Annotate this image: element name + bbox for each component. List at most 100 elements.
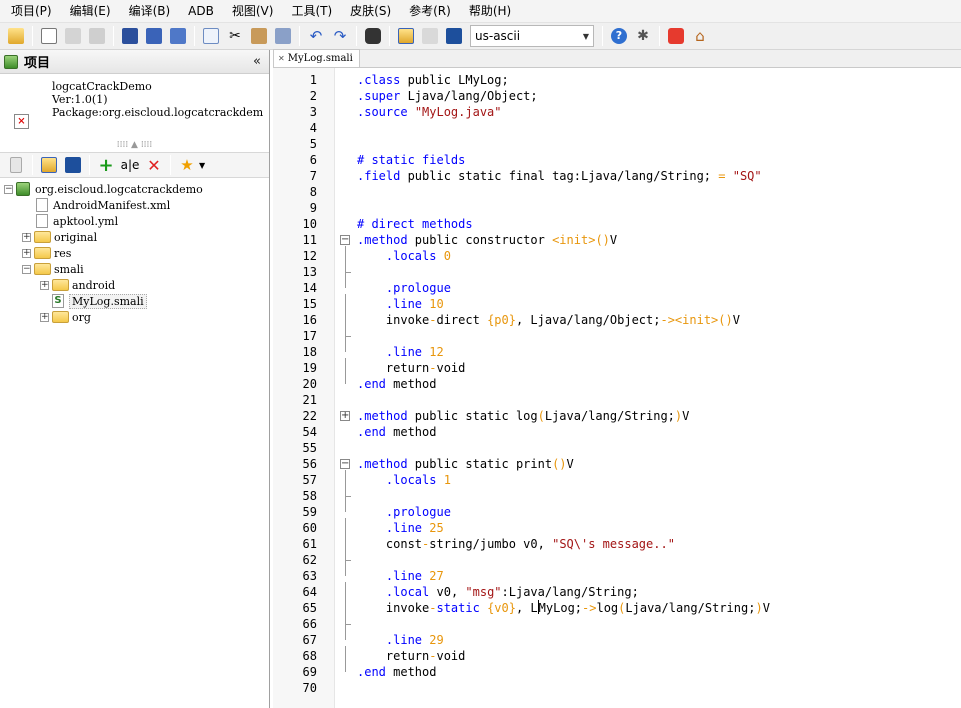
chevron-down-icon[interactable]: ▼ [199,161,205,170]
code-line[interactable]: 63 .line 27 [273,568,961,584]
code-line[interactable]: 17 [273,328,961,344]
code-line[interactable]: 13 [273,264,961,280]
tree-item-apktool[interactable]: apktool.yml [4,213,269,229]
code-line[interactable]: 56 .method public static print()V [273,456,961,472]
close-icon[interactable]: ✕ [278,51,285,67]
expand-icon[interactable]: + [22,248,31,258]
undo-button[interactable]: ↶ [305,25,327,47]
code-line[interactable]: 6 # static fields [273,152,961,168]
paste-button[interactable] [248,25,270,47]
code-line[interactable]: 68 return-void [273,648,961,664]
tree-item-original[interactable]: + original [4,229,269,245]
code-line[interactable]: 19 return-void [273,360,961,376]
code-line[interactable]: 7 .field public static final tag:Ljava/la… [273,168,961,184]
cut-button[interactable]: ✂ [224,25,246,47]
menu-edit[interactable]: 编辑(E) [61,0,120,22]
collapse-icon[interactable]: − [4,184,13,194]
menu-skin[interactable]: 皮肤(S) [341,0,400,22]
collapse-fold-icon[interactable]: − [340,235,350,245]
tree-item-smali[interactable]: − smali [4,261,269,277]
code-line[interactable]: 12 .locals 0 [273,248,961,264]
menu-tools[interactable]: 工具(T) [282,0,341,22]
tree-delete-button[interactable]: ✕ [143,154,165,176]
code-line[interactable]: 64 .local v0, "msg":Ljava/lang/String; [273,584,961,600]
code-line[interactable]: 2 .super Ljava/lang/Object; [273,88,961,104]
open-folder-button[interactable] [5,25,27,47]
code-line[interactable]: 66 [273,616,961,632]
save-as-button[interactable] [167,25,189,47]
code-line[interactable]: 11 .method public constructor <init>()V [273,232,961,248]
code-line[interactable]: 8 [273,184,961,200]
code-line[interactable]: 5 [273,136,961,152]
tree-item-org[interactable]: + org [4,309,269,325]
menu-reference[interactable]: 参考(R) [400,0,460,22]
home-button[interactable]: ⌂ [689,25,711,47]
code-line[interactable]: 70 [273,680,961,696]
tree-add-folder-button[interactable] [38,154,60,176]
panel-splitter[interactable]: ⁞⁞⁞⁞ ▲ ⁞⁞⁞⁞ [0,138,269,152]
code-line[interactable]: 55 [273,440,961,456]
install-button[interactable] [86,25,108,47]
tree-doc-button[interactable] [5,154,27,176]
code-line[interactable]: 69 .end method [273,664,961,680]
tree-item-android[interactable]: + android [4,277,269,293]
code-line[interactable]: 3 .source "MyLog.java" [273,104,961,120]
collapse-icon[interactable]: − [22,264,31,274]
tree-add-button[interactable]: + [95,154,117,176]
code-line[interactable]: 58 [273,488,961,504]
menu-adb[interactable]: ADB [179,0,223,22]
code-line[interactable]: 9 [273,200,961,216]
expand-fold-icon[interactable]: + [340,411,350,421]
expand-icon[interactable]: + [22,232,31,242]
code-line[interactable]: 1 .class public LMyLog; [273,72,961,88]
decompile-button[interactable] [443,25,465,47]
code-line[interactable]: 15 .line 10 [273,296,961,312]
redo-button[interactable]: ↷ [329,25,351,47]
find-button[interactable] [362,25,384,47]
paste-special-button[interactable] [272,25,294,47]
code-line[interactable]: 22 .method public static log(Ljava/lang/S… [273,408,961,424]
code-line[interactable]: 60 .line 25 [273,520,961,536]
code-line[interactable]: 10 # direct methods [273,216,961,232]
tree-item-root[interactable]: − org.eiscloud.logcatcrackdemo [4,181,269,197]
debug-button[interactable]: ✱ [632,25,654,47]
encoding-select[interactable]: us-ascii ▼ [470,25,594,47]
code-line[interactable]: 21 [273,392,961,408]
code-line[interactable]: 65 invoke-static {v0}, LMyLog;->log(Ljav… [273,600,961,616]
menu-compile[interactable]: 编译(B) [120,0,180,22]
save-all-button[interactable] [143,25,165,47]
code-line[interactable]: 67 .line 29 [273,632,961,648]
sign-button[interactable] [62,25,84,47]
tree-refresh-button[interactable] [62,154,84,176]
tree-item-mylog[interactable]: S MyLog.smali [4,293,269,309]
apk-button[interactable] [395,25,417,47]
code-line[interactable]: 54 .end method [273,424,961,440]
tree-favorites-button[interactable]: ★ [176,154,198,176]
code-line[interactable]: 16 invoke-direct {p0}, Ljava/lang/Object… [273,312,961,328]
menu-help[interactable]: 帮助(H) [460,0,520,22]
code-line[interactable]: 18 .line 12 [273,344,961,360]
build-button[interactable] [38,25,60,47]
code-line[interactable]: 14 .prologue [273,280,961,296]
menu-view[interactable]: 视图(V) [223,0,283,22]
help-button[interactable]: ? [608,25,630,47]
expand-icon[interactable]: + [40,312,49,322]
collapse-fold-icon[interactable]: − [340,459,350,469]
collapse-panel-button[interactable]: « [253,54,261,69]
code-line[interactable]: 61 const-string/jumbo v0, "SQ\'s message… [273,536,961,552]
menu-project[interactable]: 项目(P) [2,0,61,22]
copy-button[interactable] [200,25,222,47]
code-line[interactable]: 59 .prologue [273,504,961,520]
code-line[interactable]: 20 .end method [273,376,961,392]
code-line[interactable]: 62 [273,552,961,568]
tab-mylog[interactable]: ✕ MyLog.smali [273,49,360,67]
expand-icon[interactable]: + [40,280,49,290]
export-button[interactable] [419,25,441,47]
code-line[interactable]: 57 .locals 1 [273,472,961,488]
weibo-button[interactable] [665,25,687,47]
code-area[interactable]: 1 .class public LMyLog; 2 .super Ljava/lang… [273,68,961,708]
tree-item-res[interactable]: + res [4,245,269,261]
save-button[interactable] [119,25,141,47]
code-line[interactable]: 4 [273,120,961,136]
tree-item-manifest[interactable]: AndroidManifest.xml [4,197,269,213]
